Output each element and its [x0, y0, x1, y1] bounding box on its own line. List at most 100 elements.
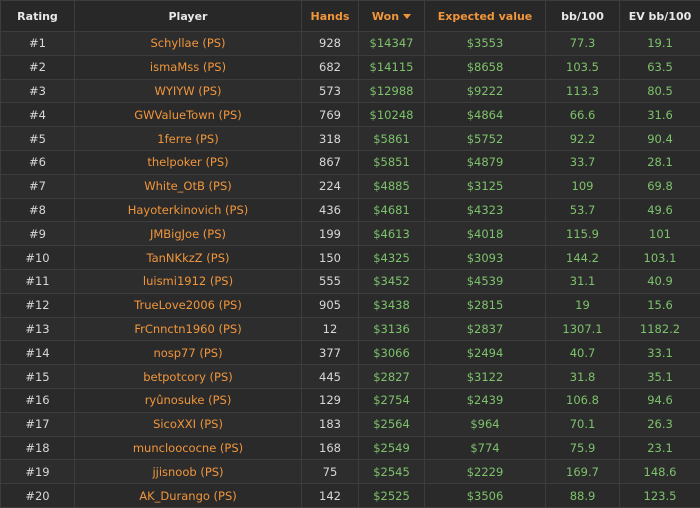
table-row: #10TanNKkzZ (PS)150$4325$3093144.2103.1 [1, 246, 700, 270]
rank-cell: #3 [1, 79, 75, 103]
player-link[interactable]: WYIYW (PS) [154, 84, 221, 98]
hands-cell: 12 [302, 317, 359, 341]
player-cell: WYIYW (PS) [75, 79, 302, 103]
won-cell: $2827 [359, 365, 425, 389]
table-row: #3WYIYW (PS)573$12988$9222113.380.5 [1, 79, 700, 103]
table-row: #17SicoXXI (PS)183$2564$96470.126.3 [1, 412, 700, 436]
player-cell: ismaMss (PS) [75, 55, 302, 79]
player-cell: luismi1912 (PS) [75, 269, 302, 293]
won-column-label: Won [372, 10, 399, 23]
table-row: #4GWValueTown (PS)769$10248$486466.631.6 [1, 103, 700, 127]
hands-cell: 168 [302, 436, 359, 460]
table-row: #19jjisnoob (PS)75$2545$2229169.7148.6 [1, 460, 700, 484]
player-cell: TrueLove2006 (PS) [75, 293, 302, 317]
player-cell: thelpoker (PS) [75, 150, 302, 174]
expected-value-cell: $4539 [425, 269, 546, 293]
won-cell: $2525 [359, 484, 425, 508]
hands-cell: 318 [302, 127, 359, 151]
player-link[interactable]: SicoXXI (PS) [153, 417, 223, 431]
hands-cell: 867 [302, 150, 359, 174]
table-row: #20AK_Durango (PS)142$2525$350688.9123.5 [1, 484, 700, 508]
player-link[interactable]: JMBigJoe (PS) [150, 227, 226, 241]
expected-value-cell: $9222 [425, 79, 546, 103]
table-body: #1Schyllae (PS)928$14347$355377.319.1#2i… [1, 32, 700, 508]
expected-value-cell: $8658 [425, 55, 546, 79]
ev-bb100-column-header[interactable]: EV bb/100 [620, 1, 700, 32]
ev-bb100-cell: 35.1 [620, 365, 700, 389]
expected-value-cell: $2439 [425, 388, 546, 412]
rank-cell: #20 [1, 484, 75, 508]
expected-value-cell: $2229 [425, 460, 546, 484]
expected-value-cell: $4864 [425, 103, 546, 127]
bb100-cell: 70.1 [546, 412, 620, 436]
table-row: #15betpotcory (PS)445$2827$312231.835.1 [1, 365, 700, 389]
bb100-cell: 53.7 [546, 198, 620, 222]
won-cell: $4325 [359, 246, 425, 270]
hands-column-header[interactable]: Hands [302, 1, 359, 32]
won-cell: $3136 [359, 317, 425, 341]
player-link[interactable]: thelpoker (PS) [147, 155, 228, 169]
table-row: #1Schyllae (PS)928$14347$355377.319.1 [1, 32, 700, 56]
bb100-cell: 144.2 [546, 246, 620, 270]
player-link[interactable]: GWValueTown (PS) [134, 108, 242, 122]
bb100-cell: 115.9 [546, 222, 620, 246]
rating-column-header[interactable]: Rating [1, 1, 75, 32]
player-link[interactable]: luismi1912 (PS) [143, 274, 233, 288]
ev-bb100-cell: 1182.2 [620, 317, 700, 341]
player-link[interactable]: FrCnnctn1960 (PS) [134, 322, 241, 336]
expected-value-cell: $4018 [425, 222, 546, 246]
won-column-header[interactable]: Won [359, 1, 425, 32]
expected-value-cell: $4323 [425, 198, 546, 222]
player-cell: jjisnoob (PS) [75, 460, 302, 484]
expected-value-cell: $964 [425, 412, 546, 436]
table-row: #2ismaMss (PS)682$14115$8658103.563.5 [1, 55, 700, 79]
won-cell: $3452 [359, 269, 425, 293]
player-link[interactable]: nosp77 (PS) [153, 346, 222, 360]
bb100-cell: 66.6 [546, 103, 620, 127]
player-cell: White_OtB (PS) [75, 174, 302, 198]
bb100-cell: 106.8 [546, 388, 620, 412]
table-row: #51ferre (PS)318$5861$575292.290.4 [1, 127, 700, 151]
player-cell: AK_Durango (PS) [75, 484, 302, 508]
won-cell: $12988 [359, 79, 425, 103]
expected-value-cell: $3093 [425, 246, 546, 270]
rank-cell: #9 [1, 222, 75, 246]
bb100-cell: 19 [546, 293, 620, 317]
player-cell: GWValueTown (PS) [75, 103, 302, 127]
hands-cell: 129 [302, 388, 359, 412]
player-link[interactable]: betpotcory (PS) [143, 370, 232, 384]
player-link[interactable]: AK_Durango (PS) [139, 489, 237, 503]
bb100-cell: 75.9 [546, 436, 620, 460]
expected-value-cell: $2837 [425, 317, 546, 341]
player-link[interactable]: ryûnosuke (PS) [145, 393, 232, 407]
expected-value-cell: $5752 [425, 127, 546, 151]
table-row: #14nosp77 (PS)377$3066$249440.733.1 [1, 341, 700, 365]
won-cell: $2564 [359, 412, 425, 436]
table-row: #16ryûnosuke (PS)129$2754$2439106.894.6 [1, 388, 700, 412]
player-cell: Hayoterkinovich (PS) [75, 198, 302, 222]
player-link[interactable]: TrueLove2006 (PS) [134, 298, 242, 312]
ev-bb100-cell: 23.1 [620, 436, 700, 460]
won-cell: $5851 [359, 150, 425, 174]
bb100-column-header[interactable]: bb/100 [546, 1, 620, 32]
player-link[interactable]: jjisnoob (PS) [152, 465, 223, 479]
sort-descending-icon [403, 14, 411, 19]
player-column-header[interactable]: Player [75, 1, 302, 32]
player-link[interactable]: 1ferre (PS) [157, 132, 218, 146]
bb100-cell: 40.7 [546, 341, 620, 365]
ev-bb100-cell: 101 [620, 222, 700, 246]
player-link[interactable]: Schyllae (PS) [150, 36, 225, 50]
player-link[interactable]: ismaMss (PS) [150, 60, 226, 74]
expected-value-column-header[interactable]: Expected value [425, 1, 546, 32]
rank-cell: #4 [1, 103, 75, 127]
won-cell: $5861 [359, 127, 425, 151]
expected-value-cell: $3122 [425, 365, 546, 389]
player-link[interactable]: Hayoterkinovich (PS) [128, 203, 249, 217]
player-link[interactable]: muncloococne (PS) [133, 441, 243, 455]
hands-cell: 445 [302, 365, 359, 389]
ev-bb100-cell: 103.1 [620, 246, 700, 270]
table-row: #7White_OtB (PS)224$4885$312510969.8 [1, 174, 700, 198]
player-link[interactable]: White_OtB (PS) [144, 179, 232, 193]
expected-value-cell: $774 [425, 436, 546, 460]
player-link[interactable]: TanNKkzZ (PS) [146, 251, 229, 265]
